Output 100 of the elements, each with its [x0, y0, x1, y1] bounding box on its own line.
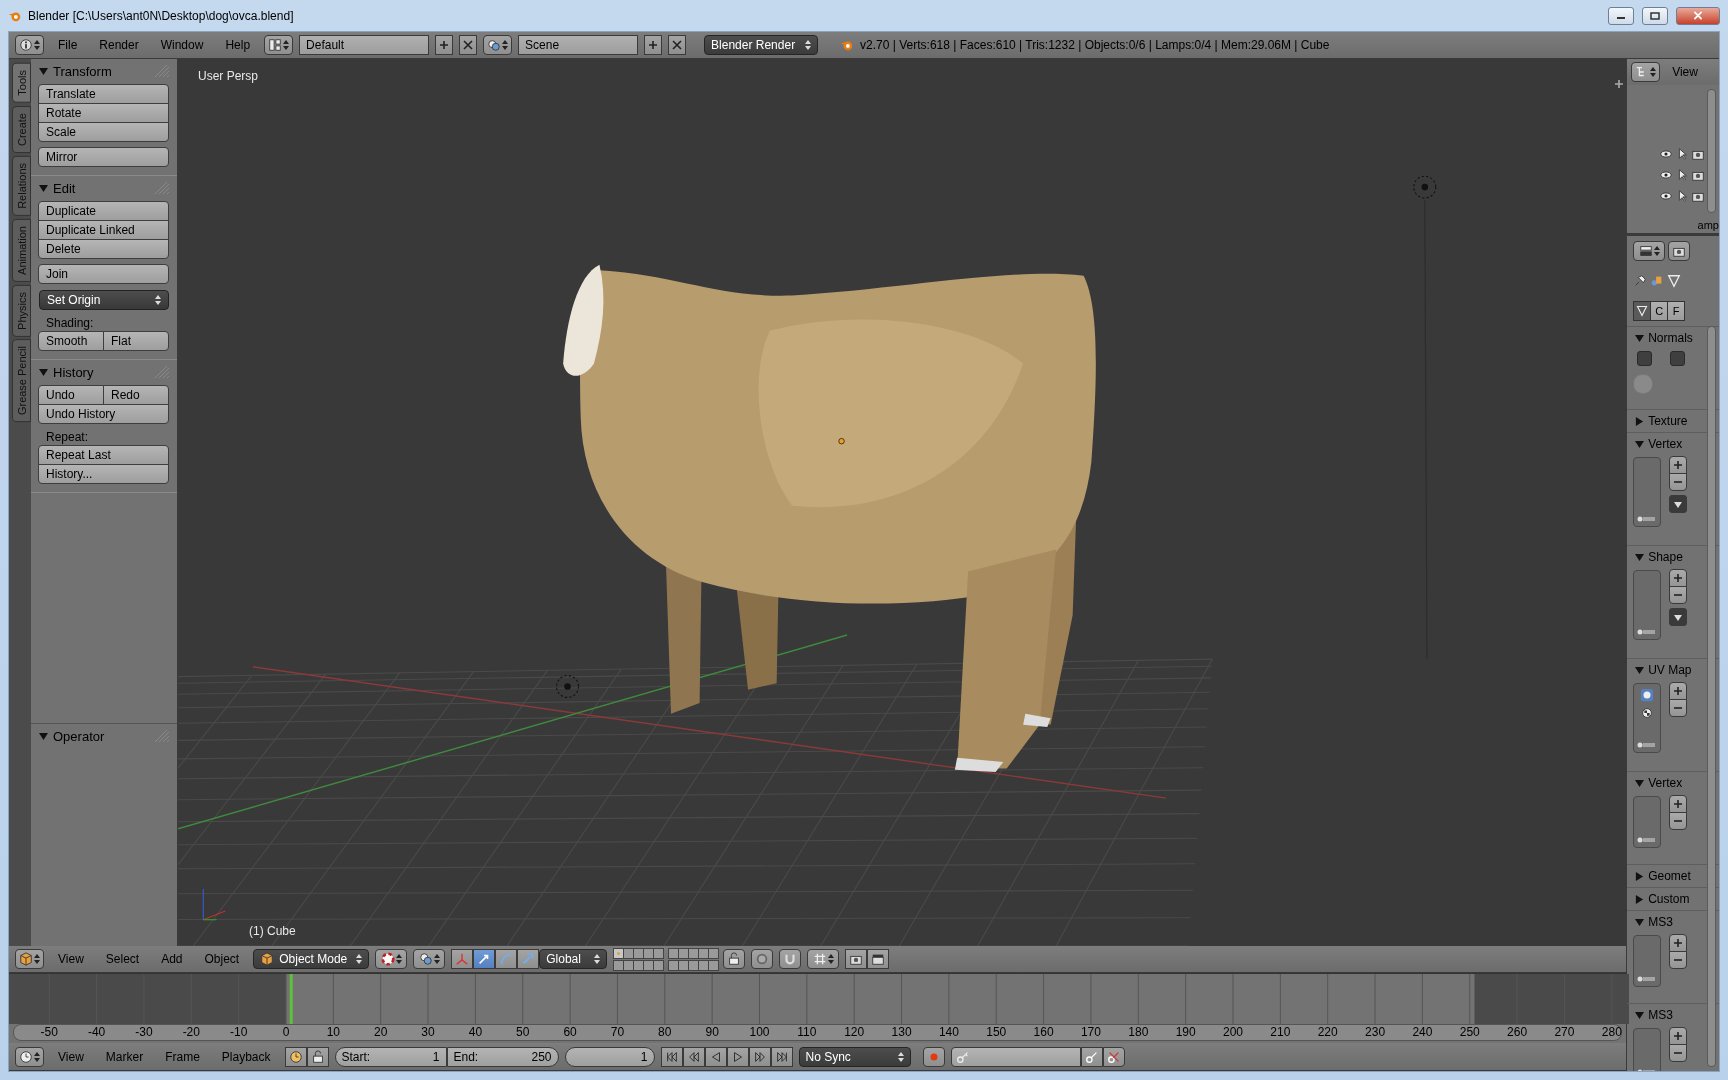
render-animation-button[interactable] — [867, 949, 890, 969]
layer-toggle[interactable] — [633, 947, 645, 959]
layer-toggle[interactable] — [653, 959, 665, 971]
tool-button[interactable]: Rotate — [38, 103, 169, 123]
3d-viewport[interactable]: User Persp (1) Cube — [178, 59, 1627, 946]
scene-selector-button[interactable] — [483, 35, 513, 55]
preview-range-button[interactable] — [284, 1046, 307, 1067]
list-box[interactable] — [1633, 570, 1662, 640]
menu-item[interactable]: View — [50, 1047, 92, 1066]
add-button[interactable] — [1669, 569, 1688, 587]
layer-toggle[interactable] — [643, 959, 655, 971]
layer-toggle[interactable] — [678, 959, 690, 971]
list-box[interactable] — [1633, 457, 1662, 527]
set-origin-dropdown[interactable]: Set Origin — [39, 290, 169, 310]
layer-toggle[interactable] — [698, 947, 710, 959]
remove-button[interactable] — [1669, 812, 1688, 830]
tool-button[interactable]: Scale — [38, 122, 169, 142]
playback-button[interactable] — [726, 1046, 749, 1067]
pivot-dropdown[interactable] — [375, 949, 408, 969]
current-frame-field[interactable]: 1 — [564, 1046, 655, 1067]
tool-button[interactable]: History... — [38, 464, 169, 484]
layer-toggle[interactable] — [643, 947, 655, 959]
shelf-tab[interactable]: Animation — [12, 218, 31, 282]
render-tab[interactable] — [1668, 241, 1691, 261]
remove-button[interactable] — [459, 35, 478, 55]
add-button[interactable] — [435, 35, 454, 55]
checkbox[interactable] — [1670, 351, 1686, 366]
add-button[interactable] — [1669, 934, 1688, 952]
menu-item[interactable]: Help — [217, 36, 259, 54]
menu-item[interactable]: Playback — [213, 1047, 279, 1066]
manipulator-toggle[interactable] — [517, 949, 540, 969]
menu-item[interactable]: Frame — [157, 1047, 208, 1066]
layer-toggle[interactable] — [653, 947, 665, 959]
list-box[interactable] — [1633, 683, 1662, 753]
lock-layers-button[interactable] — [723, 949, 746, 969]
insert-keyframe-button[interactable] — [1080, 1046, 1103, 1067]
keying-set-field[interactable] — [950, 1046, 1081, 1067]
playback-button[interactable] — [660, 1046, 683, 1067]
add-button[interactable] — [1669, 456, 1688, 474]
panel-header[interactable]: Edit — [31, 176, 177, 200]
specials-menu-button[interactable] — [1669, 608, 1688, 626]
tool-button[interactable]: Flat — [103, 331, 169, 351]
panel-header[interactable]: History — [31, 360, 177, 384]
specials-menu-button[interactable] — [1669, 495, 1688, 513]
shelf-tab[interactable]: Relations — [12, 155, 31, 216]
snap-element-dropdown[interactable] — [807, 949, 840, 969]
tool-button[interactable]: Mirror — [38, 147, 169, 167]
panel-header[interactable]: Vertex — [1627, 772, 1709, 794]
layer-toggle[interactable] — [678, 947, 690, 959]
playback-button[interactable] — [770, 1046, 793, 1067]
editor-type-button[interactable] — [15, 35, 44, 55]
menu-item[interactable]: Window — [152, 36, 212, 54]
maximize-button[interactable] — [1642, 6, 1668, 25]
panel-header[interactable]: Transform — [31, 59, 177, 83]
layer-toggle[interactable] — [698, 959, 710, 971]
sync-mode-dropdown[interactable]: No Sync — [798, 1046, 911, 1067]
render-image-button[interactable] — [845, 949, 868, 969]
panel-header[interactable]: Operator — [31, 724, 177, 748]
layer-toggle[interactable] — [633, 959, 645, 971]
minimize-button[interactable] — [1608, 6, 1634, 25]
delete-keyframe-button[interactable] — [1102, 1046, 1125, 1067]
layer-toggle[interactable] — [688, 959, 700, 971]
playback-button[interactable] — [704, 1046, 727, 1067]
shelf-tab[interactable]: Tools — [12, 63, 31, 103]
editor-type-button[interactable] — [1633, 241, 1666, 261]
manipulator-toggle[interactable] — [473, 949, 496, 969]
layer-toggle[interactable] — [708, 947, 720, 959]
layer-toggle[interactable] — [708, 959, 720, 971]
add-button[interactable] — [1669, 795, 1688, 813]
tool-button[interactable]: Translate — [38, 84, 169, 104]
layer-toggle[interactable] — [623, 947, 635, 959]
menu-item[interactable]: Marker — [97, 1047, 152, 1066]
menu-item[interactable]: Render — [91, 36, 147, 54]
manipulator-toggle[interactable] — [451, 949, 474, 969]
add-button[interactable] — [1669, 1027, 1688, 1045]
add-button[interactable] — [644, 35, 663, 55]
outliner-item-name[interactable]: amp — [1697, 219, 1719, 231]
snap-button[interactable] — [779, 949, 802, 969]
data-tab[interactable] — [1633, 301, 1652, 321]
layer-toggle[interactable] — [668, 959, 680, 971]
list-box[interactable] — [1633, 935, 1662, 987]
lock-range-button[interactable] — [306, 1046, 329, 1067]
panel-header[interactable]: Normals — [1627, 327, 1709, 349]
panel-header[interactable]: Geomet — [1627, 865, 1709, 887]
tool-button[interactable]: Delete — [38, 239, 169, 259]
remove-button[interactable] — [1669, 1044, 1688, 1062]
editor-type-button[interactable] — [1631, 62, 1661, 82]
panel-header[interactable]: Custom — [1627, 888, 1709, 910]
scroll-bar[interactable] — [1707, 326, 1716, 1067]
panel-header[interactable]: Shape — [1627, 546, 1709, 568]
render-engine-dropdown[interactable]: Blender Render — [704, 35, 819, 55]
tool-button[interactable]: Duplicate — [38, 201, 169, 221]
panel-header[interactable]: MS3 — [1627, 911, 1709, 933]
menu-item[interactable]: View — [50, 950, 92, 968]
panel-header[interactable]: MS3 — [1627, 1004, 1709, 1026]
mode-dropdown[interactable]: Object Mode — [253, 949, 370, 969]
scene-name-field[interactable]: Scene — [518, 35, 639, 55]
data-tab[interactable]: C — [1650, 301, 1669, 321]
remove-button[interactable] — [1669, 699, 1688, 717]
layer-toggle[interactable] — [613, 959, 625, 971]
